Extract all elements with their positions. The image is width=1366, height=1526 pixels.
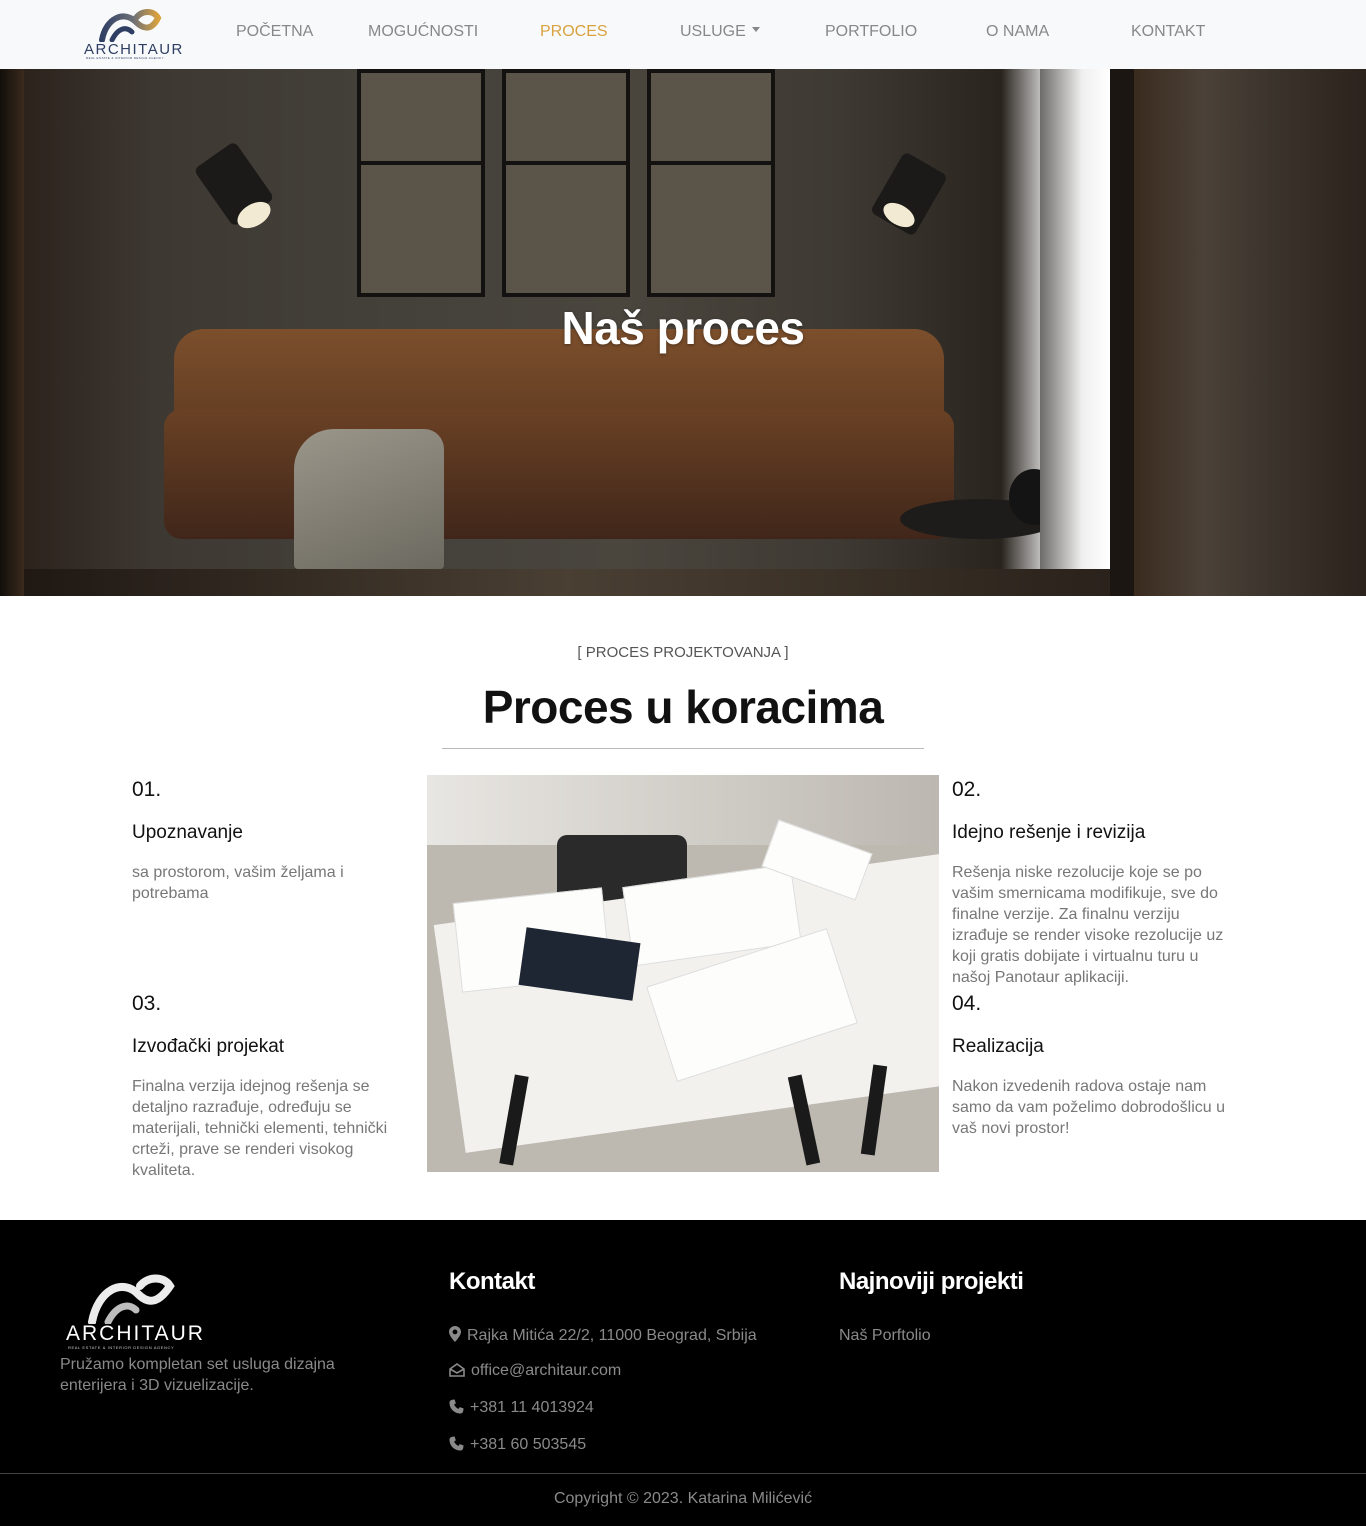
copyright-text: Copyright © 2023. Katarina Milićević xyxy=(553,1490,813,1507)
latest-projects-heading: Najnoviji projekti xyxy=(839,1268,1024,1295)
nav-item-o-nama[interactable]: O NAMA xyxy=(986,23,1049,41)
step-description: sa prostorom, vašim željama i potrebama xyxy=(132,864,344,902)
hero-title: Naš proces xyxy=(561,302,805,354)
contact-phone-1[interactable]: +381 11 4013924 xyxy=(449,1399,594,1417)
portfolio-link[interactable]: Naš Porftolio xyxy=(839,1327,931,1345)
nav-item-portfolio[interactable]: PORTFOLIO xyxy=(825,23,917,41)
phone-icon xyxy=(449,1436,464,1451)
step-description: Nakon izvedenih radova ostaje nam samo d… xyxy=(952,1078,1226,1137)
nav-item-proces[interactable]: PROCES xyxy=(540,23,608,41)
step-number: 03. xyxy=(132,992,162,1015)
step-title: Idejno rešenje i revizija xyxy=(952,822,1146,843)
phone-text: +381 11 4013924 xyxy=(470,1399,594,1416)
step-description: Finalna verzija idejnog rešenja se detal… xyxy=(132,1078,388,1179)
step-title: Upoznavanje xyxy=(132,822,243,843)
footer-divider xyxy=(0,1473,1366,1474)
footer-logo-mark-icon xyxy=(88,1274,175,1324)
section-eyebrow: [ PROCES PROJEKTOVANJA ] xyxy=(577,644,789,661)
nav-item-kontakt[interactable]: KONTAKT xyxy=(1131,23,1205,41)
step-number: 01. xyxy=(132,778,162,801)
footer: ARCHITAUR REAL ESTATE & INTERIOR DESIGN … xyxy=(0,1220,1366,1526)
contact-phone-2[interactable]: +381 60 503545 xyxy=(449,1436,586,1454)
hero-banner: Naš proces xyxy=(0,69,1366,596)
address-text: Rajka Mitića 22/2, 11000 Beograd, Srbija xyxy=(467,1327,757,1344)
blanket xyxy=(294,429,444,569)
step-description: Rešenja niske rezolucije koje se po vaši… xyxy=(952,864,1224,986)
brand-logo[interactable]: ARCHITAUR REAL ESTATE & INTERIOR DESIGN … xyxy=(84,8,182,60)
nav-item-usluge-label: USLUGE xyxy=(680,23,746,40)
wall-maps-frames xyxy=(357,69,777,297)
step-title: Izvođački projekat xyxy=(132,1036,285,1057)
footer-logo-tagline: REAL ESTATE & INTERIOR DESIGN AGENCY xyxy=(68,1345,175,1350)
process-step-1: 01. Upoznavanje sa prostorom, vašim želj… xyxy=(132,778,412,904)
contact-heading: Kontakt xyxy=(449,1268,535,1295)
nav-item-pocetna[interactable]: POČETNA xyxy=(236,23,313,41)
step-number: 02. xyxy=(952,778,982,801)
caret-down-icon xyxy=(751,27,760,33)
nav-item-mogucnosti[interactable]: MOGUĆNOSTI xyxy=(368,23,478,41)
logo-mark-icon xyxy=(99,9,162,42)
process-step-4: 04. Realizacija Nakon izvedenih radova o… xyxy=(952,992,1227,1139)
email-text: office@architaur.com xyxy=(471,1362,622,1379)
contact-address: Rajka Mitića 22/2, 11000 Beograd, Srbija xyxy=(449,1326,757,1345)
logo-tagline: REAL ESTATE & INTERIOR DESIGN AGENCY xyxy=(86,56,164,60)
step-title: Realizacija xyxy=(952,1036,1044,1057)
footer-logo-text: ARCHITAUR xyxy=(66,1322,205,1345)
footer-description: Pružamo kompletan set usluga dizajna ent… xyxy=(60,1356,335,1394)
process-step-3: 03. Izvođački projekat Finalna verzija i… xyxy=(132,992,402,1181)
nav-item-usluge-dropdown[interactable]: USLUGE xyxy=(680,23,760,41)
desk-workspace-image xyxy=(427,775,939,1172)
section-title: Proces u koracima xyxy=(482,681,884,733)
phone-text: +381 60 503545 xyxy=(470,1436,587,1453)
map-marker-icon xyxy=(449,1326,461,1342)
phone-icon xyxy=(449,1399,464,1414)
footer-logo[interactable]: ARCHITAUR REAL ESTATE & INTERIOR DESIGN … xyxy=(66,1274,206,1354)
envelope-open-icon xyxy=(449,1363,465,1377)
title-divider xyxy=(442,748,924,749)
step-number: 04. xyxy=(952,992,982,1015)
contact-email-link[interactable]: office@architaur.com xyxy=(449,1362,621,1380)
navbar: ARCHITAUR REAL ESTATE & INTERIOR DESIGN … xyxy=(0,0,1366,69)
process-step-2: 02. Idejno rešenje i revizija Rešenja ni… xyxy=(952,778,1232,988)
